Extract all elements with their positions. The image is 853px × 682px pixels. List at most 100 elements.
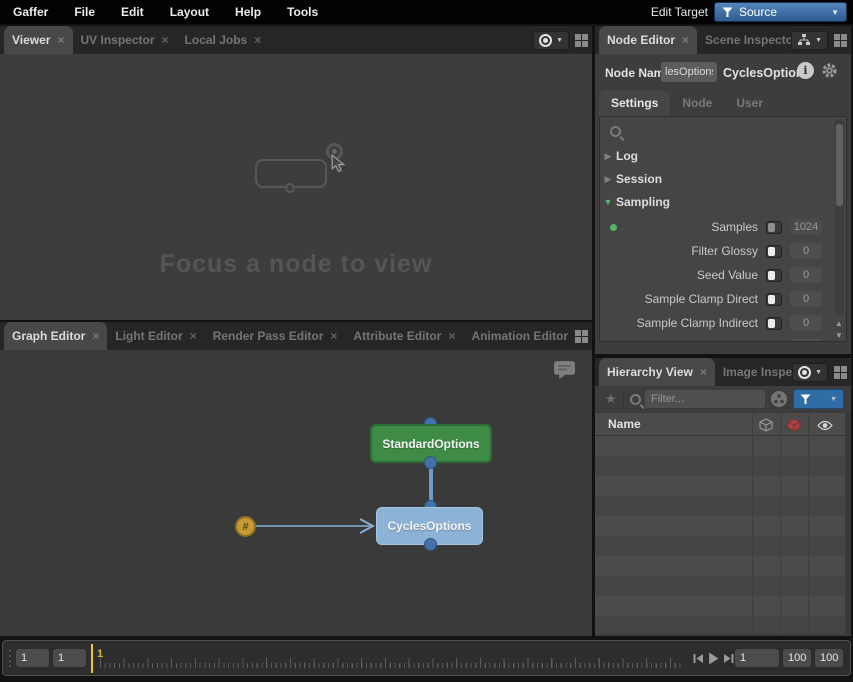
tab-node-editor[interactable]: Node Editor×	[599, 26, 697, 54]
layout-grid-icon[interactable]	[834, 366, 847, 379]
viewer-tabbar: Viewer× UV Inspector× Local Jobs× ▼	[0, 26, 592, 54]
close-icon[interactable]: ×	[700, 365, 707, 379]
layout-grid-icon[interactable]	[575, 330, 588, 343]
menu-tools[interactable]: Tools	[274, 0, 331, 24]
gear-icon[interactable]	[821, 62, 838, 79]
close-icon[interactable]: ×	[162, 33, 169, 47]
tab-light-editor[interactable]: Light Editor×	[107, 322, 204, 350]
param-value-field[interactable]: 0	[790, 291, 822, 307]
frame-field-b[interactable]	[53, 649, 86, 667]
close-icon[interactable]: ×	[254, 33, 261, 47]
close-icon[interactable]: ×	[330, 329, 337, 343]
graph-canvas[interactable]: StandardOptions CyclesOptions #	[0, 350, 592, 636]
tab-attribute-editor[interactable]: Attribute Editor×	[345, 322, 463, 350]
close-icon[interactable]: ×	[448, 329, 455, 343]
scrollbar-thumb[interactable]	[836, 124, 843, 206]
subtab-user[interactable]: User	[724, 90, 775, 116]
tab-image-inspector[interactable]: Image Inspe	[715, 358, 800, 386]
section-session[interactable]: ▶ Session	[600, 169, 846, 189]
tab-scene-inspector[interactable]: Scene Inspecto	[697, 26, 799, 54]
viewer-viewport[interactable]: Focus a node to view	[0, 54, 592, 320]
edit-target-dropdown[interactable]: Source ▼	[714, 2, 847, 22]
scroll-up-icon[interactable]: ▲	[834, 319, 844, 328]
param-label: Filter Glossy	[608, 244, 758, 258]
name-column-header[interactable]: Name	[608, 417, 641, 431]
tab-primitive-inspector[interactable]: Prim	[590, 322, 592, 350]
close-icon[interactable]: ×	[682, 33, 689, 47]
node-set-button[interactable]: ▼	[791, 31, 828, 50]
scroll-gutter	[845, 412, 851, 634]
node-editor-tabbar: Node Editor× Scene Inspecto ≡ ▼	[595, 26, 851, 54]
expanded-triangle-icon[interactable]: ▼	[600, 197, 616, 207]
red-cube-icon[interactable]	[787, 418, 801, 432]
menu-gaffer[interactable]: Gaffer	[0, 0, 61, 24]
hierarchy-filter-input[interactable]	[645, 390, 765, 408]
tab-local-jobs[interactable]: Local Jobs×	[177, 26, 270, 54]
pin-scene-button[interactable]: ▼	[533, 31, 569, 50]
skip-to-end-icon[interactable]	[723, 653, 734, 664]
subtab-settings[interactable]: Settings	[599, 90, 670, 116]
menu-file[interactable]: File	[61, 0, 108, 24]
param-value-field[interactable]: 1024	[790, 219, 822, 235]
filter-dropdown-button[interactable]: ▼	[793, 389, 844, 409]
target-icon	[539, 34, 552, 47]
chevron-down-icon: ▼	[556, 37, 563, 44]
enable-switch[interactable]	[766, 317, 782, 330]
param-value-field[interactable]: 0	[790, 339, 822, 342]
node-output-port[interactable]	[424, 538, 437, 551]
drag-handle[interactable]	[9, 650, 11, 667]
param-row-partial: Start Sample 0	[600, 335, 846, 342]
tab-uv-inspector[interactable]: UV Inspector×	[73, 26, 177, 54]
param-label: Sample Clamp Indirect	[608, 316, 758, 330]
layout-grid-icon[interactable]	[834, 34, 847, 47]
playhead[interactable]	[91, 644, 93, 673]
tab-hierarchy-view[interactable]: Hierarchy View×	[599, 358, 715, 386]
scrollbar-track[interactable]	[835, 119, 844, 315]
skip-to-start-icon[interactable]	[693, 653, 704, 664]
set-membership-icon[interactable]	[770, 390, 788, 408]
graph-edges	[0, 350, 592, 636]
subtab-node[interactable]: Node	[670, 90, 724, 116]
tab-viewer[interactable]: Viewer×	[4, 26, 73, 54]
end-frame-field[interactable]	[783, 649, 811, 667]
playback-end-field[interactable]	[815, 649, 843, 667]
tab-animation-editor[interactable]: Animation Editor×	[463, 322, 590, 350]
param-value-field[interactable]: 0	[790, 315, 822, 331]
viewer-empty-message: Focus a node to view	[0, 250, 592, 279]
tab-graph-editor[interactable]: Graph Editor ×	[4, 322, 107, 350]
layout-grid-icon[interactable]	[575, 34, 588, 47]
menu-edit[interactable]: Edit	[108, 0, 157, 24]
info-icon[interactable]: i	[797, 62, 814, 79]
section-sampling[interactable]: ▼ Sampling	[600, 192, 846, 212]
search-icon[interactable]	[610, 126, 621, 137]
cube-outline-icon[interactable]	[759, 418, 773, 432]
enable-switch[interactable]	[766, 293, 782, 306]
menu-layout[interactable]: Layout	[157, 0, 222, 24]
ghost-node-port	[285, 183, 295, 193]
context-variable-node[interactable]: #	[235, 516, 256, 537]
param-value-field[interactable]: 0	[790, 243, 822, 259]
enable-switch[interactable]	[766, 269, 782, 282]
close-icon[interactable]: ×	[57, 33, 64, 47]
current-frame-field[interactable]	[735, 649, 779, 667]
tab-label: Graph Editor	[12, 329, 85, 343]
frame-field-a[interactable]	[16, 649, 49, 667]
menu-help[interactable]: Help	[222, 0, 274, 24]
bookmark-star-icon[interactable]: ★	[605, 391, 617, 407]
pin-scene-button[interactable]: ▼	[792, 363, 828, 382]
tab-render-pass-editor[interactable]: Render Pass Editor×	[205, 322, 346, 350]
node-name-input[interactable]	[661, 62, 717, 82]
section-log[interactable]: ▶ Log	[600, 146, 846, 166]
collapsed-triangle-icon[interactable]: ▶	[600, 151, 616, 162]
scroll-down-icon[interactable]: ▼	[834, 331, 844, 340]
enable-switch[interactable]	[766, 341, 782, 343]
enable-switch[interactable]	[766, 221, 782, 234]
node-output-port[interactable]	[424, 456, 437, 469]
enable-switch[interactable]	[766, 245, 782, 258]
eye-icon[interactable]	[817, 420, 833, 431]
collapsed-triangle-icon[interactable]: ▶	[600, 174, 616, 185]
play-icon[interactable]	[708, 652, 719, 665]
close-icon[interactable]: ×	[92, 329, 99, 343]
param-value-field[interactable]: 0	[790, 267, 822, 283]
close-icon[interactable]: ×	[190, 329, 197, 343]
